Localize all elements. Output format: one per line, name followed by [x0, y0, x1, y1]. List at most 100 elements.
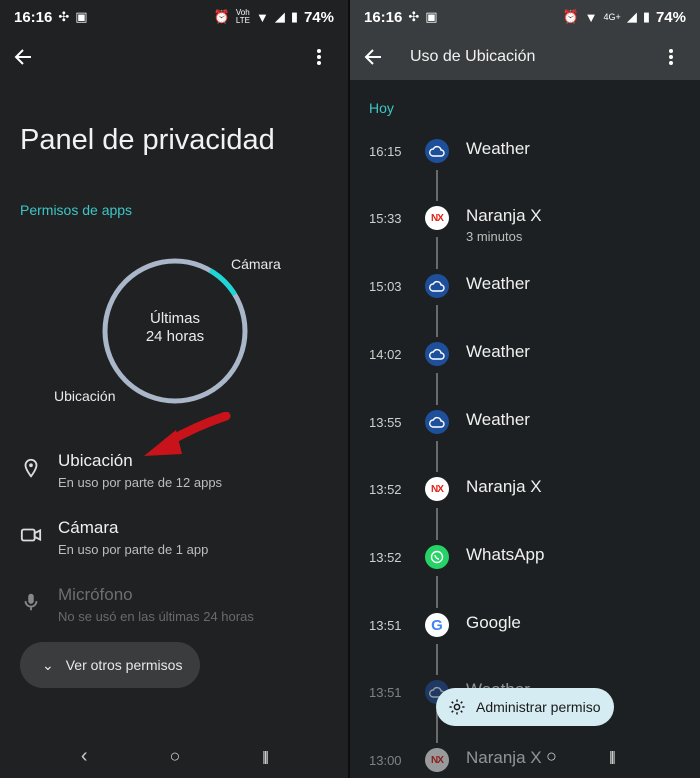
fan-icon: ✣ [58, 9, 70, 24]
back-button[interactable] [0, 34, 46, 80]
section-label: Permisos de apps [20, 202, 133, 218]
entry-app-name: Weather [466, 410, 530, 429]
timeline-entry[interactable]: 16:15 Weather [350, 139, 700, 200]
battery-icon: ▮ [642, 9, 650, 24]
status-bar: 16:16 ✣ ▣ ⏰ Voh LTE ▼ ◢ ▮ 74% [0, 0, 348, 34]
permission-subtitle: En uso por parte de 1 app [58, 542, 209, 557]
status-right: ⏰ ▼ 4G+ ◢ ▮ 74% [562, 9, 686, 26]
timeline-entry[interactable]: 14:02 Weather [350, 342, 700, 403]
notification-icon: ▣ [75, 9, 88, 24]
gear-icon [449, 699, 465, 715]
timeline-connector [436, 237, 438, 269]
timeline-entry[interactable]: 13:52 WhatsApp [350, 545, 700, 606]
signal-icon: ◢ [626, 9, 637, 24]
nav-back-icon[interactable]: ‹ [81, 745, 88, 768]
timeline-connector [436, 441, 438, 472]
manage-permission-label: Administrar permiso [476, 699, 601, 715]
entry-time: 13:51 [369, 618, 402, 633]
wifi-icon: ▼ [255, 9, 269, 25]
fan-icon: ✣ [408, 9, 420, 24]
see-other-permissions-button[interactable]: ⌄ Ver otros permisos [20, 642, 200, 688]
app-bar [0, 34, 348, 80]
naranja-x-app-icon: NX [425, 477, 449, 501]
permission-row-camera[interactable]: Cámara En uso por parte de 1 app [0, 518, 348, 578]
donut-center-line1: Últimas [149, 310, 200, 327]
weather-app-icon [425, 342, 449, 366]
entry-time: 13:52 [369, 550, 402, 565]
battery-level: 74% [303, 8, 334, 26]
timeline-entry[interactable]: 13:52 NX Naranja X [350, 477, 700, 538]
nav-recents-icon[interactable]: ||| [262, 748, 269, 764]
see-other-permissions-label: Ver otros permisos [65, 657, 183, 673]
camera-icon [20, 528, 42, 542]
whatsapp-app-icon [425, 545, 449, 569]
nav-home-icon[interactable]: ○ [169, 746, 180, 767]
chevron-down-icon: ⌄ [42, 656, 54, 673]
permission-subtitle: En uso por parte de 12 apps [58, 475, 223, 490]
entry-duration: 3 minutos [466, 229, 523, 244]
entry-time: 16:15 [369, 144, 402, 159]
volte-icon: Voh LTE [235, 8, 250, 25]
permission-title: Micrófono [58, 585, 133, 604]
page-title: Uso de Ubicación [410, 48, 536, 65]
more-options-button[interactable] [296, 34, 342, 80]
navigation-bar: ‹ ○ ||| [0, 734, 348, 778]
entry-app-name: Weather [466, 342, 530, 361]
camera-arc [208, 268, 238, 297]
manage-permission-button[interactable]: Administrar permiso [436, 688, 614, 726]
weather-app-icon [425, 139, 449, 163]
permission-row-microphone[interactable]: Micrófono No se usó en las últimas 24 ho… [0, 585, 348, 645]
entry-app-name: Google [466, 613, 521, 632]
donut-label-location: Ubicación [54, 388, 116, 404]
status-bar: 16:16 ✣ ▣ ⏰ ▼ 4G+ ◢ ▮ 74% [350, 0, 700, 34]
alarm-icon: ⏰ [213, 9, 230, 24]
timeline-entry[interactable]: 15:33 NX Naranja X 3 minutos [350, 206, 700, 267]
more-vert-icon [317, 49, 321, 65]
app-bar: Uso de Ubicación [350, 34, 700, 80]
nav-home-icon[interactable]: ○ [546, 746, 557, 767]
page-title: Panel de privacidad [20, 124, 275, 156]
privacy-dashboard-screen: 16:16 ✣ ▣ ⏰ Voh LTE ▼ ◢ ▮ 74% Panel de pr… [0, 0, 348, 778]
permission-title: Cámara [58, 518, 119, 537]
status-right: ⏰ Voh LTE ▼ ◢ ▮ 74% [214, 9, 334, 26]
timeline-connector [436, 305, 438, 337]
entry-time: 15:03 [369, 279, 402, 294]
battery-level: 74% [655, 8, 686, 26]
day-label: Hoy [369, 100, 394, 116]
back-arrow-icon [14, 49, 31, 65]
naranja-x-app-icon: NX [425, 206, 449, 230]
donut-center-line2: 24 horas [145, 328, 205, 345]
nav-recents-icon[interactable]: ||| [609, 748, 616, 764]
permission-title: Ubicación [58, 451, 133, 470]
timeline-connector [436, 576, 438, 608]
timeline-entry[interactable]: 13:51 G Google [350, 613, 700, 674]
timeline-connector [436, 373, 438, 405]
entry-time: 13:55 [369, 415, 402, 430]
timeline-entry[interactable]: 13:55 Weather [350, 410, 700, 471]
entry-app-name: Weather [466, 274, 530, 293]
status-time: 16:16 [14, 8, 53, 26]
status-time: 16:16 [364, 8, 403, 26]
network-type: 4G+ [603, 12, 621, 22]
battery-icon: ▮ [290, 9, 298, 24]
location-pin-icon [24, 458, 38, 478]
more-vert-icon [669, 49, 673, 65]
more-options-button[interactable] [648, 34, 694, 80]
alarm-icon: ⏰ [562, 9, 579, 24]
entry-app-name: Naranja X [466, 206, 542, 225]
timeline-entry[interactable]: 15:03 Weather [350, 274, 700, 335]
weather-app-icon [425, 274, 449, 298]
navigation-bar: ○ ||| [350, 734, 700, 778]
donut-center-text: Últimas 24 horas [100, 310, 250, 346]
weather-app-icon [425, 410, 449, 434]
back-button[interactable] [350, 34, 396, 80]
google-app-icon: G [425, 613, 449, 637]
location-usage-screen: 16:16 ✣ ▣ ⏰ ▼ 4G+ ◢ ▮ 74% Uso de Ubicaci… [350, 0, 700, 778]
entry-time: 13:52 [369, 482, 402, 497]
permission-row-location[interactable]: Ubicación En uso por parte de 12 apps [0, 451, 348, 511]
entry-time: 15:33 [369, 211, 402, 226]
permission-subtitle: No se usó en las últimas 24 horas [58, 609, 254, 624]
entry-app-name: Naranja X [466, 477, 542, 496]
wifi-icon: ▼ [584, 9, 598, 25]
entry-app-name: Weather [466, 139, 530, 158]
